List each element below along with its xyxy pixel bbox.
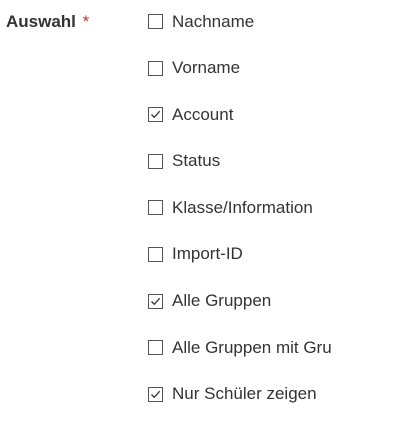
checkbox-group: Nachname Vorname Account Status Klasse/I… — [146, 10, 332, 429]
option-label: Nur Schüler zeigen — [172, 384, 317, 404]
option-klasse-information[interactable]: Klasse/Information — [146, 196, 332, 219]
checkbox[interactable] — [148, 107, 163, 123]
option-vorname[interactable]: Vorname — [146, 57, 332, 80]
option-alle-gruppen[interactable]: Alle Gruppen — [146, 290, 332, 313]
checkbox[interactable] — [148, 386, 163, 402]
checkbox[interactable] — [148, 246, 163, 262]
checkbox[interactable] — [148, 60, 163, 76]
option-label: Import-ID — [172, 244, 243, 264]
option-account[interactable]: Account — [146, 103, 332, 126]
option-status[interactable]: Status — [146, 150, 332, 173]
checkbox[interactable] — [148, 14, 163, 29]
option-label: Alle Gruppen mit Gru — [172, 337, 332, 357]
field-label-text: Auswahl — [6, 12, 76, 31]
checkbox[interactable] — [148, 293, 163, 309]
checkmark-icon — [151, 390, 161, 398]
checkbox[interactable] — [148, 153, 163, 169]
field-label: Auswahl * — [6, 12, 89, 32]
checkbox[interactable] — [148, 200, 163, 216]
option-label: Nachname — [172, 11, 255, 31]
option-nur-schueler-zeigen[interactable]: Nur Schüler zeigen — [146, 383, 332, 406]
option-label: Status — [172, 151, 221, 171]
checkmark-icon — [151, 110, 161, 119]
option-nachname[interactable]: Nachname — [146, 10, 332, 33]
required-marker: * — [82, 12, 90, 31]
option-label: Klasse/Information — [172, 197, 313, 217]
option-label: Vorname — [172, 58, 241, 78]
checkbox[interactable] — [148, 340, 163, 356]
option-label: Alle Gruppen — [172, 291, 272, 311]
checkmark-icon — [151, 297, 161, 305]
option-label: Account — [172, 104, 234, 124]
option-alle-gruppen-mit-gru[interactable]: Alle Gruppen mit Gru — [146, 336, 332, 359]
option-import-id[interactable]: Import-ID — [146, 243, 332, 266]
